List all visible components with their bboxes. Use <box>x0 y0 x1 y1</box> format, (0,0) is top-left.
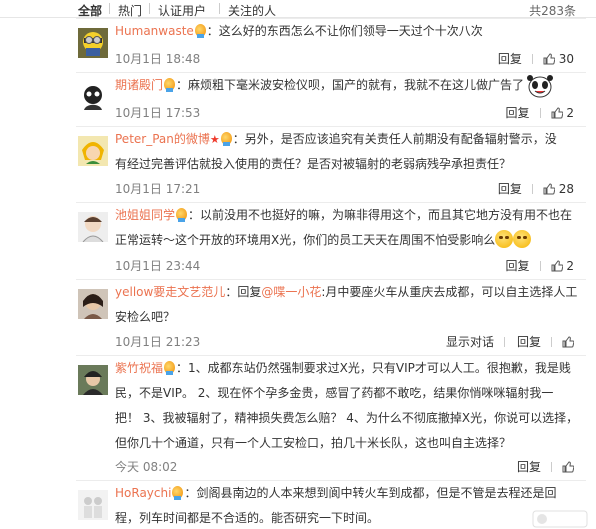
reply-prefix: ：回复 <box>225 285 262 299</box>
action-divider <box>503 337 505 347</box>
laugh-emoji-icon <box>495 230 514 248</box>
tab-verified[interactable]: 认证用户 <box>158 2 206 19</box>
avatar[interactable] <box>78 136 108 166</box>
avatar[interactable] <box>78 28 108 58</box>
comment-actions: 回复 30 <box>486 50 574 67</box>
member-badge-icon <box>220 132 232 146</box>
avatar[interactable] <box>78 365 108 395</box>
action-divider <box>531 54 533 64</box>
member-badge-icon <box>164 361 176 375</box>
comment-count: 共283条 <box>529 4 576 18</box>
comment-actions: 回复 <box>505 458 574 475</box>
like-count: 28 <box>558 182 574 196</box>
watermark-logo <box>532 510 588 528</box>
action-divider <box>551 337 552 347</box>
like-thumb-icon[interactable] <box>551 260 563 272</box>
comment-actions: 回复 28 <box>486 180 574 197</box>
like-thumb-icon[interactable] <box>551 107 563 119</box>
username-link[interactable]: 池姐姐同学 <box>115 208 175 222</box>
comment-actions: 回复 2 <box>494 257 574 274</box>
reply-button[interactable]: 回复 <box>506 104 530 121</box>
comment-text: Peter_Pan的微博★ ：另外，是否应该追究有关责任人前期没有配备辐射警示，没… <box>115 127 580 177</box>
comment-body: 安检么吧？ <box>115 310 176 324</box>
tab-divider <box>109 3 110 14</box>
comment-time: 今天 08:02 <box>115 460 178 474</box>
like-thumb-icon[interactable] <box>543 53 555 65</box>
like-thumb-icon[interactable] <box>562 461 574 473</box>
avatar[interactable] <box>78 490 108 520</box>
comment-body: ：1、成都东站仍然强制要求过X光，只有VIP才可以人工。很抱歉，我是贱 <box>176 361 571 375</box>
tab-divider <box>219 3 220 14</box>
avatar[interactable] <box>78 212 108 242</box>
member-badge-icon <box>164 78 176 92</box>
avatar[interactable] <box>78 289 108 319</box>
tab-hot[interactable]: 热门 <box>118 2 142 19</box>
username-link[interactable]: Humanwaste <box>115 24 194 38</box>
comment-text: 池姐姐同学 ：以前没用不也挺好的嘛，为嘛非得用这个，而且其它地方没有用不也在 正常… <box>115 203 580 253</box>
like-count: 2 <box>566 106 574 120</box>
reply-button[interactable]: 回复 <box>517 458 541 475</box>
comment-body: 把！ 3、我被辐射了，精神损失费怎么赔？ 4、为什么不彻底撤掉X光，你说可以选择… <box>115 411 579 425</box>
like-count: 30 <box>558 52 574 66</box>
member-badge-icon <box>172 486 184 500</box>
comment-time: 10月1日 18:48 <box>115 52 201 66</box>
reply-button[interactable]: 回复 <box>498 50 522 67</box>
comment-body: 有经过完善评估就投入使用的责任？是否对被辐射的老弱病残孕承担责任？ <box>115 157 512 171</box>
comment-body: ：剑阁县南边的人本来想到阆中转火车到成都，但是不管是去程还是回 <box>184 486 557 500</box>
laugh-emoji-icon <box>513 230 532 248</box>
comment-body: 程，列车时间都是不合适的。能否研究一下时间。 <box>115 511 380 525</box>
comment-body: :月中要座火车从重庆去成都，可以自主选择人工 <box>321 285 578 299</box>
comment-text: 期诸殿门 ：麻烦粗下毫米波安检仪呗，国产的就有，我就不在这儿做广告了 <box>115 73 580 98</box>
member-badge-icon <box>176 208 188 222</box>
show-conversation-link[interactable]: 显示对话 <box>446 333 494 350</box>
comment-filter-tabs: 全部 热门 认证用户 关注的人 共283条 <box>0 0 596 18</box>
like-thumb-icon[interactable] <box>562 336 574 348</box>
comment-body: ：另外，是否应该追究有关责任人前期没有配备辐射警示，没 <box>232 132 557 146</box>
comment-time: 10月1日 17:21 <box>115 182 201 196</box>
action-divider <box>531 184 533 194</box>
comment-time: 10月1日 23:44 <box>115 259 201 273</box>
comment-time: 10月1日 17:53 <box>115 106 201 120</box>
comment-body: ：以前没用不也挺好的嘛，为嘛非得用这个，而且其它地方没有用不也在 <box>188 208 573 222</box>
comment-actions: 回复 2 <box>494 104 574 121</box>
reply-button[interactable]: 回复 <box>506 257 530 274</box>
comment-body: 正常运转～这个开放的环境用X光，你们的员工天天在周围不怕受影响么 <box>115 233 496 247</box>
comment-body: ：这么好的东西怎么不让你们领导一天过个十次八次 <box>206 24 483 38</box>
username-link[interactable]: 紫竹祝福 <box>115 361 163 375</box>
reply-button[interactable]: 回复 <box>517 333 541 350</box>
mention-link[interactable]: @喋一小花 <box>261 285 321 299</box>
comment-body: ：麻烦粗下毫米波安检仪呗，国产的就有，我就不在这儿做广告了 <box>176 78 525 92</box>
comment-text: Humanwaste ：这么好的东西怎么不让你们领导一天过个十次八次 <box>115 19 580 44</box>
action-divider <box>551 462 552 472</box>
member-badge-icon <box>194 24 206 38</box>
comment-body: 民，不是VIP。 2、现在怀个孕多金贵，感冒了药都不敢吃，结果你悄咪咪辐射我一 <box>115 386 554 400</box>
comment-time: 10月1日 21:23 <box>115 335 201 349</box>
avatar[interactable] <box>78 82 108 112</box>
like-thumb-icon[interactable] <box>543 183 555 195</box>
tab-following[interactable]: 关注的人 <box>228 2 276 19</box>
comment-text: yellow要走文艺范儿：回复@喋一小花:月中要座火车从重庆去成都，可以自主选择… <box>115 280 580 330</box>
username-link[interactable]: HoRaychi <box>115 486 171 500</box>
tab-divider <box>149 3 150 14</box>
fire-badge-icon: ★ <box>209 133 220 146</box>
username-link[interactable]: 期诸殿门 <box>115 78 163 92</box>
username-link[interactable]: Peter_Pan的微博 <box>115 132 210 146</box>
comment-actions: 显示对话 回复 <box>434 333 574 350</box>
username-link[interactable]: yellow要走文艺范儿 <box>115 285 225 299</box>
reply-button[interactable]: 回复 <box>498 180 522 197</box>
comment-text: 紫竹祝福 ：1、成都东站仍然强制要求过X光，只有VIP才可以人工。很抱歉，我是贱 … <box>115 356 580 456</box>
tab-all[interactable]: 全部 <box>78 2 102 19</box>
action-divider <box>539 108 541 118</box>
comment-body: 但你几十个通道，只有一个人工安检口，拍几十米长队，这也叫自主选择？ <box>115 436 512 450</box>
action-divider <box>539 261 541 271</box>
like-count: 2 <box>566 259 574 273</box>
comment-text: HoRaychi ：剑阁县南边的人本来想到阆中转火车到成都，但是不管是去程还是回 … <box>115 481 580 529</box>
laughing-panda-sticker-icon <box>527 75 553 98</box>
